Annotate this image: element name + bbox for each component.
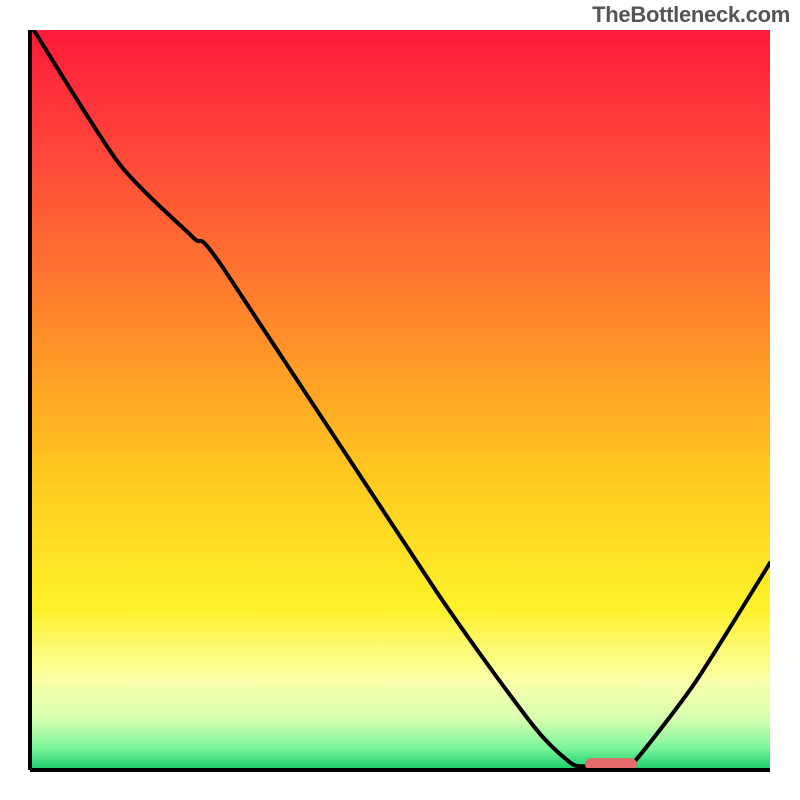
gradient-background (30, 30, 770, 770)
bottleneck-chart (0, 0, 800, 800)
watermark-text: TheBottleneck.com (592, 2, 790, 28)
